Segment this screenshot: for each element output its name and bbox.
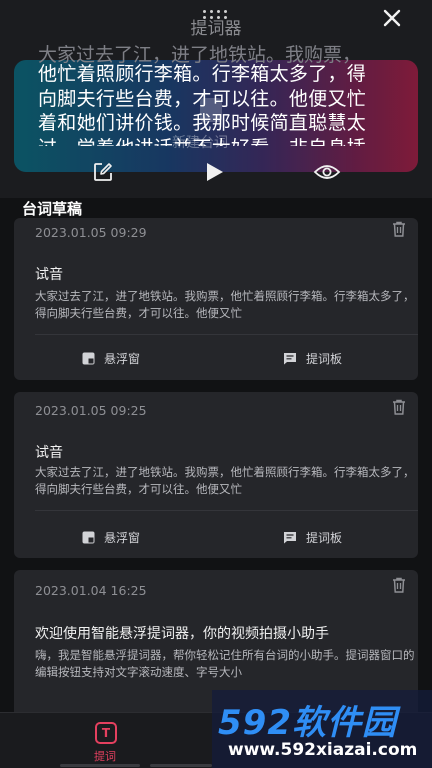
- divider: [35, 334, 418, 335]
- eye-icon[interactable]: [313, 158, 341, 186]
- prompt-board-label: 提词板: [306, 531, 343, 545]
- float-window-icon: [82, 531, 95, 544]
- draft-card[interactable]: 2023.01.05 09:25 试音 大家过去了江，进了地铁站。我购票，他忙着…: [14, 392, 418, 558]
- overlay-title: 提词器: [190, 19, 242, 39]
- float-window-label: 悬浮窗: [104, 352, 141, 366]
- draft-title: 试音: [35, 267, 63, 283]
- draft-title: 欢迎使用智能悬浮提词器，你的视频拍摄小助手: [35, 626, 329, 642]
- float-window-icon: [82, 352, 95, 365]
- prompt-board-button[interactable]: 提词板: [283, 350, 342, 367]
- draft-date: 2023.01.05 09:29: [35, 225, 147, 240]
- close-icon[interactable]: [382, 8, 402, 28]
- trash-icon[interactable]: [390, 576, 408, 594]
- float-window-button[interactable]: 悬浮窗: [82, 350, 140, 367]
- play-icon[interactable]: [200, 158, 228, 186]
- float-window-button[interactable]: 悬浮窗: [82, 529, 140, 546]
- new-script-label: 新建台词: [172, 135, 228, 151]
- prompter-tab-icon[interactable]: T: [95, 722, 117, 744]
- prompt-board-icon: [284, 353, 296, 365]
- prompter-line: 他忙着照顾行李箱。行李箱太多了，得: [38, 63, 367, 85]
- section-title: 台词草稿: [22, 200, 83, 218]
- prompt-board-button[interactable]: 提词板: [283, 529, 342, 546]
- draft-body: 大家过去了江，进了地铁站。我购票，他忙着照顾行李箱。行李箱太多了，得向脚夫行些台…: [35, 289, 415, 320]
- prompt-board-icon: [284, 532, 296, 544]
- float-window-label: 悬浮窗: [104, 531, 141, 545]
- draft-body: 大家过去了江，进了地铁站。我购票，他忙着照顾行李箱。行李箱太多了，得向脚夫行些台…: [35, 465, 415, 496]
- edit-icon[interactable]: [89, 158, 117, 186]
- divider: [35, 510, 418, 511]
- draft-date: 2023.01.04 16:25: [35, 583, 147, 598]
- home-indicator: [150, 764, 212, 767]
- trash-icon[interactable]: [390, 220, 408, 238]
- watermark-url: www.592xiazai.com: [228, 740, 418, 760]
- draft-title: 试音: [35, 445, 63, 461]
- prompter-tab-label[interactable]: 提词: [94, 748, 116, 764]
- trash-icon[interactable]: [390, 398, 408, 416]
- home-indicator: [60, 764, 140, 767]
- prompt-board-label: 提词板: [306, 352, 343, 366]
- draft-card[interactable]: 2023.01.05 09:29 试音 大家过去了江，进了地铁站。我购票，他忙着…: [14, 218, 418, 380]
- new-script-icon[interactable]: [200, 98, 222, 122]
- draft-body: 嗨，我是智能悬浮提词器，帮你轻松记住所有台词的小助手。提词器窗口的编辑按钮支持对…: [35, 648, 415, 679]
- draft-date: 2023.01.05 09:25: [35, 403, 147, 418]
- watermark-logo: 592软件园: [218, 703, 397, 743]
